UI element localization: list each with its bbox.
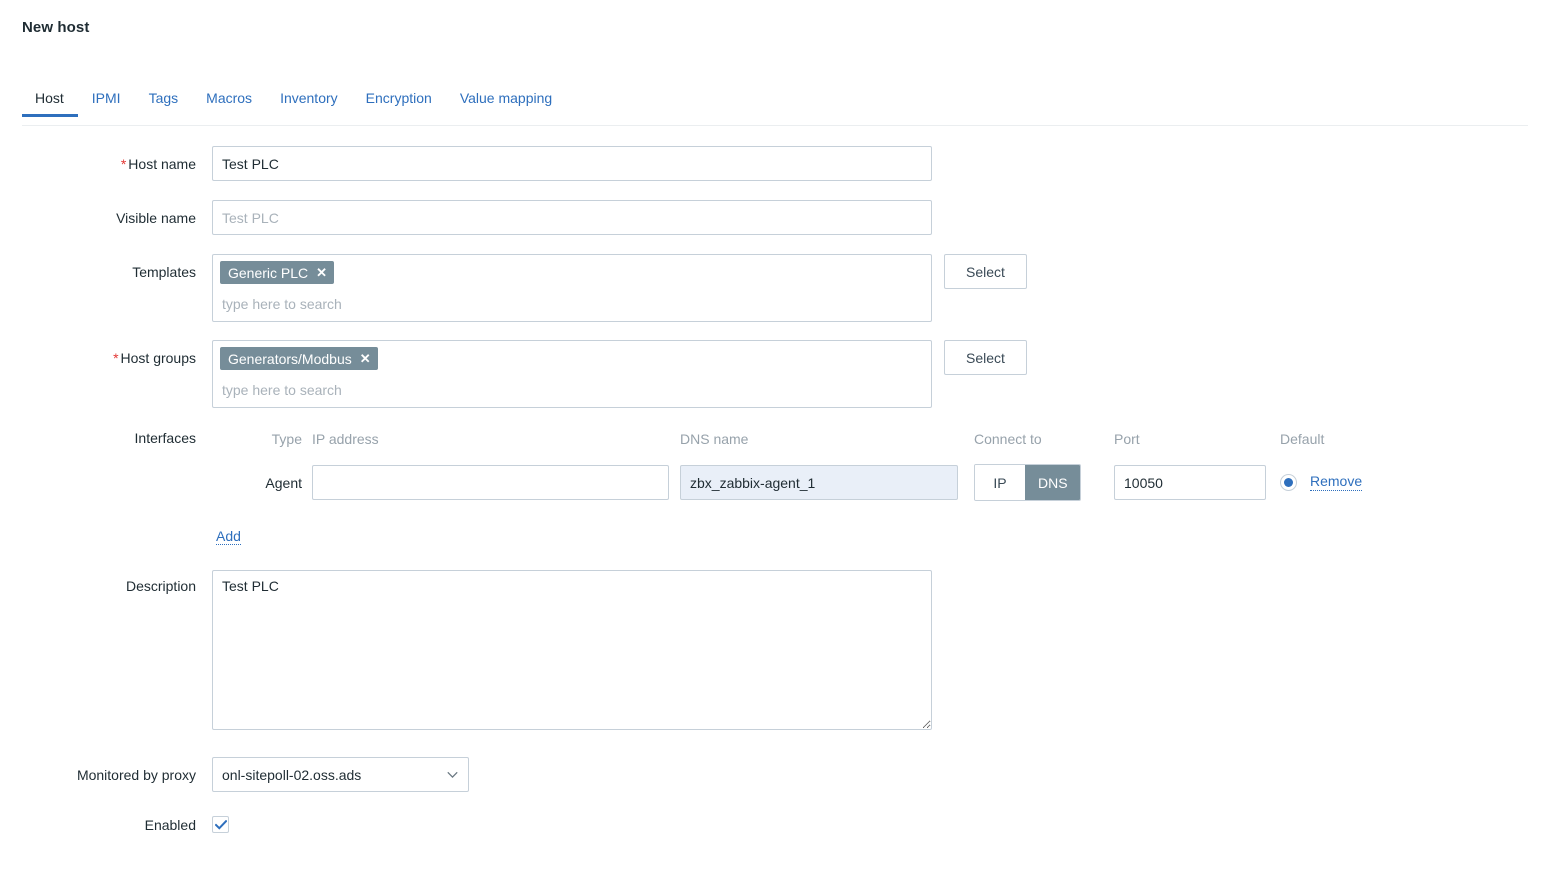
interface-port-input[interactable] xyxy=(1114,465,1266,500)
tab-host[interactable]: Host xyxy=(22,90,78,117)
host-groups-chip-label: Generators/Modbus xyxy=(228,350,352,367)
interface-dns-input[interactable] xyxy=(680,465,958,500)
visible-name-label: Visible name xyxy=(116,210,196,226)
tab-macros[interactable]: Macros xyxy=(192,91,266,116)
monitored-by-proxy-label: Monitored by proxy xyxy=(76,767,196,784)
field-row-enabled: Enabled xyxy=(0,816,1550,834)
connect-to-option-dns[interactable]: DNS xyxy=(1025,465,1080,500)
enabled-label: Enabled xyxy=(144,817,196,834)
interface-port-cell xyxy=(1114,465,1280,500)
interface-ip-input[interactable] xyxy=(312,465,669,500)
field-row-templates: Templates Generic PLC ✕ Select xyxy=(0,254,1550,322)
host-name-input[interactable] xyxy=(212,146,932,181)
interfaces-label: Interfaces xyxy=(134,430,196,446)
tab-macros-label: Macros xyxy=(206,90,253,106)
close-icon[interactable]: ✕ xyxy=(360,352,371,365)
new-host-form: *Host name Visible name Templates Generi… xyxy=(0,146,1550,834)
default-interface-radio[interactable] xyxy=(1280,474,1297,491)
interface-type: Agent xyxy=(265,474,302,491)
add-interface-row: Add xyxy=(212,528,1460,545)
add-interface-link[interactable]: Add xyxy=(216,528,241,545)
tab-tags-label: Tags xyxy=(148,90,179,106)
column-header-ip-address: IP address xyxy=(312,431,379,447)
interface-default-cell: Remove xyxy=(1280,473,1460,491)
tab-encryption-label: Encryption xyxy=(365,90,432,106)
field-row-host-groups: *Host groups Generators/Modbus ✕ Select xyxy=(0,340,1550,408)
monitored-by-proxy-select-wrap: onl-sitepoll-02.oss.ads xyxy=(212,757,469,793)
description-label: Description xyxy=(125,578,196,595)
templates-label: Templates xyxy=(132,264,196,280)
host-groups-label-text: Host groups xyxy=(120,350,196,366)
templates-search-input[interactable] xyxy=(220,284,924,314)
tab-value-mapping[interactable]: Value mapping xyxy=(446,91,566,116)
host-name-label-text: Host name xyxy=(128,156,196,172)
host-groups-label: * Host groups xyxy=(0,340,212,365)
host-groups-search-input[interactable] xyxy=(220,370,924,400)
monitored-by-proxy-select[interactable]: onl-sitepoll-02.oss.ads xyxy=(212,757,469,793)
tab-bar: Host IPMI Tags Macros Inventory Encrypti… xyxy=(22,90,1528,126)
column-header-dns-name: DNS name xyxy=(680,431,749,447)
interface-row: Agent IP DNS Remove xyxy=(212,464,1460,501)
column-header-port: Port xyxy=(1114,431,1140,447)
templates-multiselect[interactable]: Generic PLC ✕ xyxy=(212,254,932,322)
visible-name-input[interactable] xyxy=(212,200,932,235)
required-asterisk-host-name: * xyxy=(120,156,127,172)
column-header-default: Default xyxy=(1280,431,1325,447)
tab-inventory-label: Inventory xyxy=(280,90,338,106)
tab-ipmi-label: IPMI xyxy=(91,90,121,106)
tab-host-label: Host xyxy=(35,90,64,106)
tab-ipmi[interactable]: IPMI xyxy=(78,91,135,116)
interfaces-table-header: Type IP address DNS name Connect to Port… xyxy=(212,426,1460,452)
interface-connect-to-cell: IP DNS xyxy=(974,464,1114,501)
tab-tags[interactable]: Tags xyxy=(135,91,193,116)
connect-to-toggle[interactable]: IP DNS xyxy=(974,464,1081,501)
templates-chip[interactable]: Generic PLC ✕ xyxy=(220,261,335,284)
close-icon[interactable]: ✕ xyxy=(316,266,327,279)
page-title: New host xyxy=(22,19,90,36)
interface-ip-cell xyxy=(312,465,680,500)
interface-dns-cell xyxy=(680,465,974,500)
remove-interface-link[interactable]: Remove xyxy=(1310,473,1363,491)
host-groups-chip[interactable]: Generators/Modbus ✕ xyxy=(220,347,378,370)
tab-value-mapping-label: Value mapping xyxy=(459,90,553,106)
required-asterisk-host-groups: * xyxy=(113,350,119,366)
templates-chip-label: Generic PLC xyxy=(228,264,309,281)
field-row-description: Description Test PLC xyxy=(0,570,1550,731)
field-row-interfaces: Interfaces Type IP address DNS name Conn… xyxy=(0,426,1550,545)
host-name-label: * Host name xyxy=(0,146,212,171)
enabled-checkbox[interactable] xyxy=(212,816,229,834)
tab-inventory[interactable]: Inventory xyxy=(266,91,352,116)
column-header-type: Type xyxy=(271,431,302,447)
interfaces-table: Type IP address DNS name Connect to Port… xyxy=(212,426,1460,545)
host-groups-multiselect[interactable]: Generators/Modbus ✕ xyxy=(212,340,932,408)
tab-encryption[interactable]: Encryption xyxy=(352,91,446,116)
column-header-connect-to: Connect to xyxy=(974,431,1042,447)
host-groups-select-button[interactable]: Select xyxy=(944,340,1027,375)
field-row-visible-name: Visible name xyxy=(0,200,1550,235)
check-icon xyxy=(214,819,227,830)
field-row-monitored-by-proxy: Monitored by proxy onl-sitepoll-02.oss.a… xyxy=(0,757,1550,793)
templates-select-button[interactable]: Select xyxy=(944,254,1027,289)
description-textarea[interactable]: Test PLC xyxy=(212,570,932,731)
field-row-host-name: * Host name xyxy=(0,146,1550,181)
connect-to-option-ip[interactable]: IP xyxy=(975,465,1025,500)
